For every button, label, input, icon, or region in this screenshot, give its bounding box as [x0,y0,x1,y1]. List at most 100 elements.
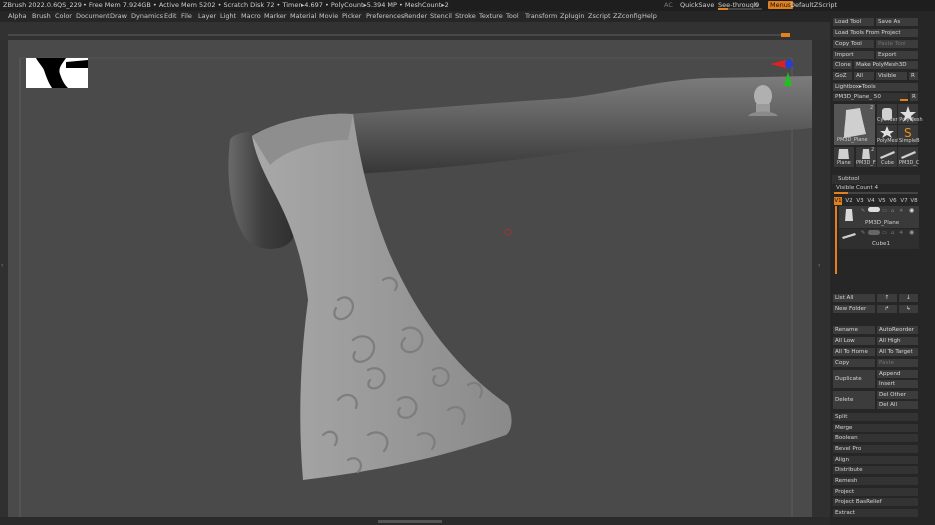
see-through-slider[interactable] [718,8,762,10]
folder-icon[interactable]: ▭ [882,230,887,236]
all-low-button[interactable]: All Low [833,337,875,345]
current-tool-slider-knob[interactable] [900,99,908,101]
move-up-icon[interactable]: ↱ [877,305,897,313]
menu-tool[interactable]: Tool [506,12,519,20]
split-section[interactable]: Split [833,413,918,421]
brush-icon[interactable]: ✎ [861,230,865,236]
version-tab-v6[interactable]: V6 [889,197,897,205]
all-high-button[interactable]: All High [877,337,918,345]
menu-color[interactable]: Color [55,12,72,20]
tool-thumb-plane[interactable]: Plane [834,147,854,167]
export-button[interactable]: Export [876,51,918,59]
right-tray[interactable]: ‹ [812,40,830,520]
project-section[interactable]: Project [833,488,918,496]
tool-thumb-pm3d-plane[interactable]: PM3D_Plane 2 [834,104,875,145]
arrow-up-icon[interactable]: ↑ [877,294,897,302]
visible-count-slider[interactable] [834,192,918,194]
all-to-target-button[interactable]: All To Target [877,348,918,356]
brush-icon[interactable]: ✎ [861,208,865,214]
remesh-section[interactable]: Remesh [833,477,918,485]
version-tab-v1[interactable]: V1 [834,197,842,205]
menu-transform[interactable]: Transform [525,12,557,20]
ac-label[interactable]: AC [664,1,673,9]
subtool-item-pm3d-plane[interactable]: ✎ ▭ ⌂ ✳ ◉ PM3D_Plane [839,206,919,228]
menu-macro[interactable]: Macro [241,12,261,20]
save-as-button[interactable]: Save As [876,18,918,26]
rename-button[interactable]: Rename [833,326,875,334]
menu-dynamics[interactable]: Dynamics [131,12,163,20]
list-all-button[interactable]: List All [833,294,875,302]
visible-button[interactable]: Visible [876,72,907,80]
version-tab-v2[interactable]: V2 [845,197,853,205]
menu-zplugin[interactable]: Zplugin [560,12,585,20]
menu-edit[interactable]: Edit [164,12,177,20]
move-down-icon[interactable]: ↳ [899,305,918,313]
menu-document[interactable]: Document [76,12,110,20]
tool-thumb-polymesh[interactable]: PolyMesh [877,125,900,145]
menu-brush[interactable]: Brush [32,12,51,20]
menu-marker[interactable]: Marker [264,12,286,20]
version-tab-v3[interactable]: V3 [856,197,864,205]
menu-material[interactable]: Material [290,12,316,20]
quicksave-button[interactable]: QuickSave [680,1,714,9]
r-button-2[interactable]: R [910,93,918,101]
version-tab-v7[interactable]: V7 [900,197,908,205]
tray-arrow-icon[interactable]: ‹ [818,262,820,269]
menu-layer[interactable]: Layer [198,12,216,20]
left-tray[interactable]: › [0,40,8,520]
version-tab-v8[interactable]: V8 [910,197,918,205]
navigation-thumbnail[interactable] [26,58,88,88]
timeline-knob[interactable] [781,33,790,37]
eye-icon[interactable]: ◉ [909,229,914,236]
menu-file[interactable]: File [181,12,192,20]
append-button[interactable]: Append [877,370,918,378]
menu-picker[interactable]: Picker [342,12,361,20]
palette-icon[interactable]: ✳ [899,230,903,236]
toggle-icon[interactable] [868,207,880,212]
axe-model[interactable] [8,40,812,520]
folder-icon[interactable]: ▭ [882,208,887,214]
menu-render[interactable]: Render [404,12,427,20]
tool-thumb-cube[interactable]: Cube [877,147,897,167]
make-polymesh-button[interactable]: Make PolyMesh3D [854,61,918,69]
all-button[interactable]: All [854,72,874,80]
eye-icon[interactable]: ◉ [909,207,914,214]
paste-button[interactable]: Paste [877,359,918,367]
menu-texture[interactable]: Texture [479,12,503,20]
lock-icon[interactable]: ⌂ [891,208,894,214]
insert-button[interactable]: Insert [877,380,918,388]
subtool-item-cube1[interactable]: ✎ ▭ ⌂ ✳ ◉ Cube1 [839,229,919,249]
paste-tool-button[interactable]: Paste Tool [876,40,918,48]
copy-button[interactable]: Copy [833,359,875,367]
menu-stencil[interactable]: Stencil [430,12,452,20]
menu-stroke[interactable]: Stroke [455,12,476,20]
boolean-section[interactable]: Boolean [833,434,918,442]
menu-movie[interactable]: Movie [319,12,338,20]
bottom-tray-handle[interactable] [378,520,442,523]
tray-arrow-icon[interactable]: › [1,262,3,269]
menu-light[interactable]: Light [220,12,236,20]
default-zscript-button[interactable]: DefaultZScript [790,1,837,9]
toggle-icon[interactable] [868,230,880,235]
lightbox-tools-button[interactable]: Lightbox▸Tools [833,83,918,91]
del-all-button[interactable]: Del All [877,401,918,409]
tool-thumb-pm3d-f[interactable]: PM3D_F 2 [856,147,876,167]
auto-reorder-button[interactable]: AutoReorder [877,326,918,334]
clone-button[interactable]: Clone [833,61,852,69]
extract-section[interactable]: Extract [833,509,918,517]
tool-thumb-simplebrush[interactable]: S SimpleB [898,125,920,145]
import-button[interactable]: Import [833,51,874,59]
subtool-scrollbar[interactable] [835,206,837,274]
project-basrelief-section[interactable]: Project BasRelief [833,498,918,506]
menu-preferences[interactable]: Preferences [366,12,404,20]
menu-zscript[interactable]: Zscript [588,12,611,20]
canvas-viewport[interactable] [8,40,812,520]
palette-icon[interactable]: ✳ [899,208,903,214]
r-button[interactable]: R [909,72,918,80]
menu-alpha[interactable]: Alpha [8,12,26,20]
menu-help[interactable]: Help [642,12,657,20]
new-folder-button[interactable]: New Folder [833,305,875,313]
load-tool-button[interactable]: Load Tool [833,18,874,26]
lock-icon[interactable]: ⌂ [891,230,894,236]
load-tools-from-project-button[interactable]: Load Tools From Project [833,29,918,37]
